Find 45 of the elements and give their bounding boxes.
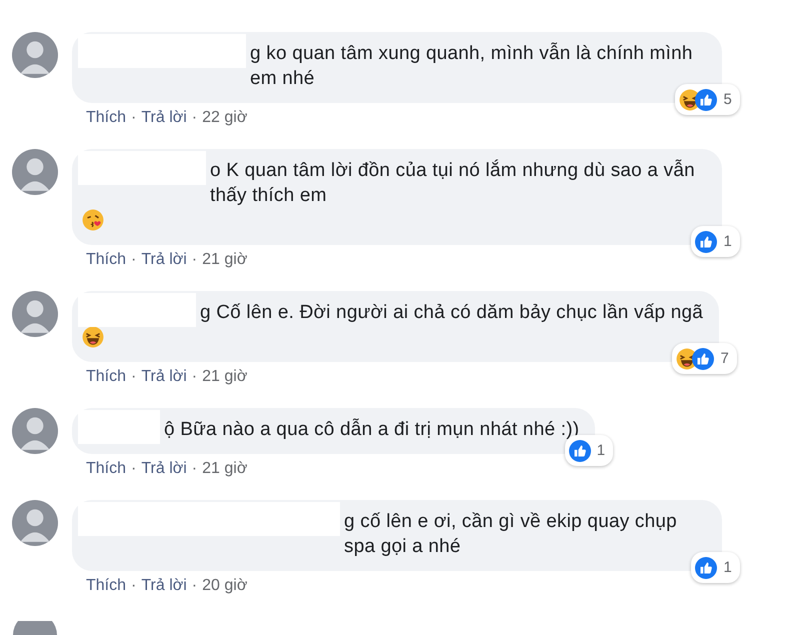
comment-text: g Cố lên e. Đời người ai chả có dăm bảy chục lần vấp ngã — [200, 301, 704, 325]
separator: · — [131, 368, 136, 386]
avatar[interactable] — [12, 408, 58, 454]
reaction-count-badge[interactable]: 1 — [691, 226, 740, 257]
laughing-emoji-icon — [82, 326, 104, 348]
separator: · — [131, 577, 136, 595]
like-reaction-icon — [568, 440, 591, 462]
action-link[interactable]: Trả lời — [141, 251, 187, 269]
reaction-count-badge[interactable]: 7 — [672, 343, 738, 374]
action-link[interactable]: Trả lời — [141, 577, 187, 595]
avatar[interactable] — [12, 149, 58, 195]
comment-text: g cố lên e ơi, cần gì về ekip quay chụp spa gọi a nhé — [344, 510, 678, 559]
separator: · — [131, 251, 136, 269]
separator: · — [192, 577, 198, 595]
action-link[interactable]: Thích — [86, 109, 126, 127]
action-link[interactable]: Trả lời — [141, 460, 187, 478]
timestamp: 21 giờ — [202, 251, 248, 269]
separator: · — [192, 251, 198, 269]
comment-text: o K quan tâm lời đồn của tụi nó lắm nhưng dù sao a vẫn thấy thích em — [210, 158, 696, 208]
reaction-count-badge[interactable]: 1 — [691, 552, 740, 583]
action-link[interactable]: Thích — [86, 368, 126, 386]
action-link[interactable]: Thích — [86, 460, 126, 478]
timestamp: 21 giờ — [202, 368, 248, 386]
action-link[interactable]: Trả lời — [141, 368, 187, 386]
action-link[interactable]: Trả lời — [141, 109, 187, 127]
separator: · — [192, 368, 198, 386]
separator: · — [131, 460, 136, 478]
avatar[interactable] — [12, 32, 58, 78]
avatar[interactable] — [12, 621, 58, 635]
separator: · — [192, 109, 198, 127]
like-reaction-icon — [695, 230, 718, 252]
like-reaction-icon — [695, 88, 718, 110]
timestamp: 21 giờ — [202, 460, 248, 478]
like-reaction-icon — [695, 556, 718, 578]
avatar[interactable] — [12, 291, 58, 337]
action-link[interactable]: Thích — [86, 577, 126, 595]
timestamp: 22 giờ — [202, 109, 248, 127]
separator: · — [192, 460, 198, 478]
avatar[interactable] — [12, 500, 58, 546]
like-reaction-icon — [692, 348, 714, 370]
action-link[interactable]: Thích — [86, 251, 126, 269]
kiss-emoji-icon — [82, 209, 104, 231]
reaction-count-badge[interactable]: 5 — [675, 84, 740, 115]
separator: · — [131, 109, 136, 127]
timestamp: 20 giờ — [202, 577, 248, 595]
